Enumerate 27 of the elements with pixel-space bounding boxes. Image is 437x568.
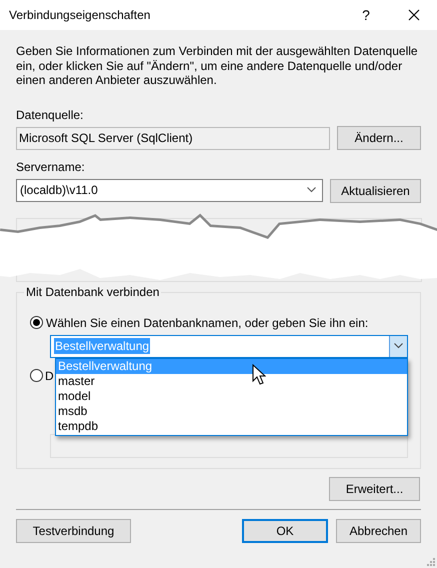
radio-button[interactable] bbox=[30, 316, 43, 329]
data-source-field: Microsoft SQL Server (SqlClient) bbox=[16, 126, 330, 150]
radio-label: Wählen Sie einen Datenbanknamen, oder geben Sie ihn ein: bbox=[46, 316, 368, 330]
advanced-button[interactable]: Erweitert... bbox=[329, 476, 420, 500]
refresh-button[interactable]: Aktualisieren bbox=[330, 178, 421, 202]
radio-button[interactable] bbox=[30, 369, 43, 382]
chevron-down-icon bbox=[307, 187, 316, 193]
chevron-down-icon bbox=[394, 343, 403, 349]
group-title: Mit Datenbank verbinden bbox=[24, 284, 162, 298]
resize-grip-icon bbox=[427, 558, 435, 566]
dialog-button[interactable]: Testverbindung bbox=[16, 518, 131, 542]
list-item[interactable]: msdb bbox=[56, 404, 407, 418]
list-item[interactable]: tempdb bbox=[56, 418, 407, 434]
server-combo[interactable]: (localdb)\v11.0 bbox=[16, 178, 323, 202]
dialog-button[interactable]: Abbrechen bbox=[336, 518, 421, 542]
help-button[interactable]: ? bbox=[351, 0, 381, 30]
dialog-button[interactable]: OK bbox=[242, 518, 328, 542]
window-title: Verbindungseigenschaften bbox=[9, 8, 152, 22]
close-icon bbox=[408, 9, 420, 21]
cursor-icon bbox=[252, 364, 266, 386]
description-text: Geben Sie Informationen zum Verbinden mit der ausgewählten Datenquelle ein, oder klicken Sie auf "Ändern", um eine andere Datenquelle und/oder einen anderen Anbieter auszuwählen. bbox=[16, 44, 419, 88]
field-label: Datenquelle: bbox=[16, 108, 84, 122]
list-item[interactable]: model bbox=[56, 388, 407, 404]
field-label: Servername: bbox=[16, 160, 86, 174]
change-button[interactable]: Ändern... bbox=[337, 126, 421, 150]
radio-label: D bbox=[45, 368, 54, 382]
list-item[interactable]: master bbox=[56, 374, 407, 388]
